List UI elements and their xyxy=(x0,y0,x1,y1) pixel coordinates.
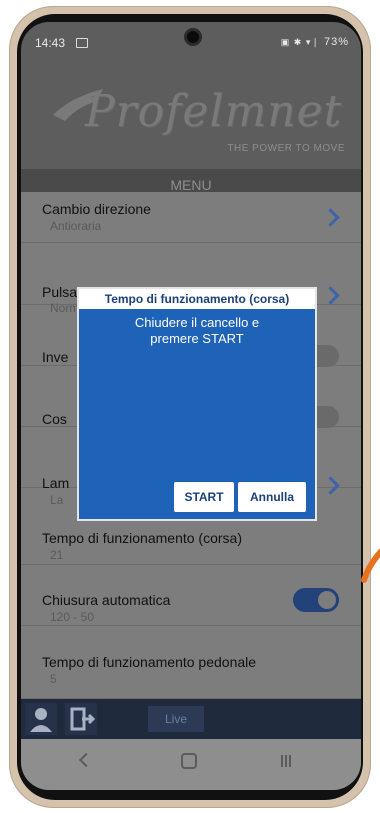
toggle-knob xyxy=(318,591,336,609)
status-time: 14:43 xyxy=(35,36,66,50)
logo-wordmark: Profelmnet xyxy=(85,86,343,137)
screen: 14:43 ▣ ✱ ▾❘ 73% Profelmnet THE POWER TO… xyxy=(21,22,361,790)
brand-logo: Profelmnet THE POWER TO MOVE xyxy=(21,80,361,176)
dialog-title: Tempo di funzionamento (corsa) xyxy=(79,289,315,309)
chevron-right-icon xyxy=(321,286,340,305)
live-button[interactable]: Live xyxy=(148,706,204,732)
setting-title: Cambio direzione xyxy=(42,201,151,217)
calibration-dialog: Tempo di funzionamento (corsa) Chiudere … xyxy=(77,287,317,521)
setting-title: Chiusura automatica xyxy=(42,592,171,608)
dialog-message: Chiudere il cancello e premere START xyxy=(79,315,315,347)
bottom-toolbar: Live xyxy=(21,699,361,739)
menu-label: MENU xyxy=(170,177,212,193)
front-camera xyxy=(184,28,202,46)
setting-title: Cos xyxy=(42,411,67,427)
setting-value: 21 xyxy=(50,548,64,562)
start-button[interactable]: START xyxy=(174,482,234,512)
exit-door-icon xyxy=(70,707,96,731)
setting-title: Inve xyxy=(42,349,69,365)
status-bar: 14:43 ▣ ✱ ▾❘ 73% xyxy=(21,22,361,56)
battery-percent: 73% xyxy=(323,36,349,48)
back-icon[interactable] xyxy=(78,752,94,768)
cancel-button[interactable]: Annulla xyxy=(238,482,306,512)
logout-button[interactable] xyxy=(65,703,97,735)
setting-tempo-pedonale[interactable]: Tempo di funzionamento pedonale 5 xyxy=(21,626,361,699)
setting-chiusura-automatica[interactable]: Chiusura automatica 120 - 50 xyxy=(21,565,361,626)
setting-value: 5 xyxy=(50,672,57,686)
gallery-icon xyxy=(76,38,88,48)
android-nav-bar xyxy=(21,739,361,790)
user-icon xyxy=(30,708,52,732)
chevron-right-icon xyxy=(321,208,340,227)
toggle-switch[interactable] xyxy=(293,588,339,612)
home-icon[interactable] xyxy=(181,753,197,769)
swipe-hint-arc xyxy=(361,548,380,583)
signal-icons: ▣ ✱ ▾❘ xyxy=(280,37,320,47)
setting-title: Tempo di funzionamento pedonale xyxy=(42,654,257,670)
setting-value: 120 - 50 xyxy=(50,610,95,624)
setting-title: Tempo di funzionamento (corsa) xyxy=(42,530,242,546)
setting-cambio-direzione[interactable]: Cambio direzione Antioraria xyxy=(21,192,361,243)
logo-tagline: THE POWER TO MOVE xyxy=(227,143,345,154)
user-button[interactable] xyxy=(25,703,57,735)
dialog-message-line2: premere START xyxy=(150,331,244,346)
recent-apps-icon[interactable] xyxy=(281,754,293,767)
dialog-message-line1: Chiudere il cancello e xyxy=(134,315,260,330)
status-right: ▣ ✱ ▾❘ 73% xyxy=(281,36,349,48)
setting-value: Antioraria xyxy=(50,219,102,233)
